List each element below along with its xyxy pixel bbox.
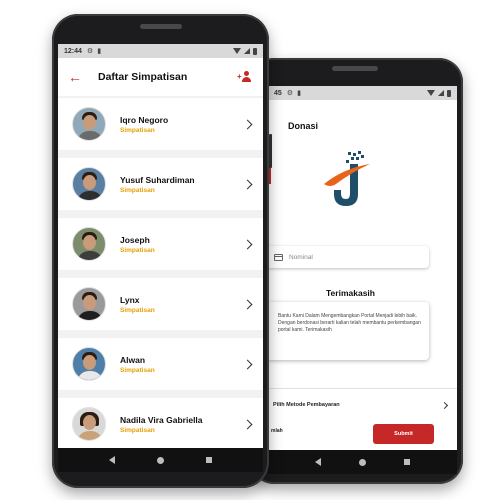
chevron-right-icon xyxy=(440,401,449,409)
wifi-icon xyxy=(427,90,435,96)
android-nav-bar xyxy=(58,448,263,472)
thanks-card: Bantu Kami Dalam Mengembangkan Portal Me… xyxy=(268,302,429,360)
page-title: Daftar Simpatisan xyxy=(98,71,188,83)
payment-method-label: Pilih Metode Pembayaran xyxy=(273,402,340,408)
donasi-screen: 45 ⚙ ▮ Donasi Nominal Terimakasih Bantu … xyxy=(268,86,457,474)
person-role: Simpatisan xyxy=(120,126,155,134)
thanks-title: Terimakasih xyxy=(326,288,375,298)
android-nav-bar xyxy=(268,450,457,474)
status-time: 45 xyxy=(274,89,282,97)
submit-button[interactable]: Submit xyxy=(373,424,434,444)
person-info: Nadila Vira Gabriella Simpatisan xyxy=(120,415,203,434)
status-time: 12:44 xyxy=(64,47,82,55)
avatar xyxy=(72,167,106,201)
phone-speaker xyxy=(332,66,378,71)
person-role: Simpatisan xyxy=(120,246,155,254)
avatar xyxy=(72,347,106,381)
person-role: Simpatisan xyxy=(120,186,155,194)
showcase-stage: 45 ⚙ ▮ Donasi Nominal Terimakasih Bantu … xyxy=(0,0,500,500)
nav-home-icon[interactable] xyxy=(359,458,366,466)
list-item[interactable]: Nadila Vira Gabriella Simpatisan xyxy=(58,398,263,450)
chevron-right-icon xyxy=(242,179,253,189)
portal-logo-icon xyxy=(324,151,370,206)
status-right xyxy=(427,89,451,97)
avatar xyxy=(72,227,106,261)
status-right xyxy=(233,47,257,55)
simpatisan-screen: 12:44 ⚙ ▮ ← Daftar Simpatisan + Iqro Neg… xyxy=(58,44,263,472)
nav-back-icon[interactable] xyxy=(315,458,321,466)
divider xyxy=(268,388,457,389)
person-info: Alwan Simpatisan xyxy=(120,355,155,374)
person-role: Simpatisan xyxy=(120,426,155,434)
person-role: Simpatisan xyxy=(120,306,155,314)
avatar xyxy=(72,287,106,321)
chevron-right-icon xyxy=(242,239,253,249)
chevron-right-icon xyxy=(242,359,253,369)
nav-recent-icon[interactable] xyxy=(404,459,410,465)
settings-icon: ⚙ xyxy=(286,90,294,97)
amount-label: mlah xyxy=(271,428,283,434)
person-info: Yusuf Suhardiman Simpatisan xyxy=(120,175,195,194)
add-user-icon[interactable]: + xyxy=(237,71,253,83)
card-icon xyxy=(274,253,283,261)
volume-button xyxy=(269,134,272,168)
nav-home-icon[interactable] xyxy=(157,456,164,464)
battery-icon xyxy=(447,89,451,97)
settings-icon: ⚙ xyxy=(86,48,94,55)
list-item[interactable]: Iqro Negoro Simpatisan xyxy=(58,98,263,150)
signal-icon xyxy=(244,48,250,54)
back-arrow-icon[interactable]: ← xyxy=(68,69,86,85)
person-name: Iqro Negoro xyxy=(120,114,169,125)
nav-back-icon[interactable] xyxy=(109,456,115,464)
battery-icon xyxy=(253,47,257,55)
person-name: Alwan xyxy=(120,354,146,365)
nav-recent-icon[interactable] xyxy=(206,457,212,463)
list-item[interactable]: Yusuf Suhardiman Simpatisan xyxy=(58,158,263,210)
page-title: Donasi xyxy=(288,121,319,131)
phone-donasi: 45 ⚙ ▮ Donasi Nominal Terimakasih Bantu … xyxy=(250,58,463,484)
person-info: Joseph Simpatisan xyxy=(120,235,155,254)
list-item[interactable]: Alwan Simpatisan xyxy=(58,338,263,390)
phone-simpatisan: 12:44 ⚙ ▮ ← Daftar Simpatisan + Iqro Neg… xyxy=(52,14,272,488)
app-header: ← Daftar Simpatisan + xyxy=(58,58,263,96)
status-bar: 12:44 ⚙ ▮ xyxy=(58,44,263,58)
thanks-text: Bantu Kami Dalam Mengembangkan Portal Me… xyxy=(278,313,421,333)
chevron-right-icon xyxy=(242,119,253,129)
signal-icon xyxy=(438,90,444,96)
list-item[interactable]: Lynx Simpatisan xyxy=(58,278,263,330)
person-name: Joseph xyxy=(120,234,150,245)
person-info: Lynx Simpatisan xyxy=(120,295,155,314)
sd-card-icon: ▮ xyxy=(97,48,102,55)
list-item[interactable]: Joseph Simpatisan xyxy=(58,218,263,270)
nominal-placeholder: Nominal xyxy=(289,253,313,261)
person-info: Iqro Negoro Simpatisan xyxy=(120,115,168,134)
chevron-right-icon xyxy=(242,419,253,429)
phone-speaker xyxy=(140,24,182,29)
payment-method-selector[interactable]: Pilih Metode Pembayaran xyxy=(268,394,457,416)
sd-card-icon: ▮ xyxy=(297,90,301,97)
person-name: Yusuf Suhardiman xyxy=(120,174,195,185)
person-role: Simpatisan xyxy=(120,366,155,374)
wifi-icon xyxy=(233,48,241,54)
chevron-right-icon xyxy=(242,299,253,309)
nominal-input[interactable]: Nominal xyxy=(268,246,429,268)
avatar xyxy=(72,107,106,141)
simpatisan-list: Iqro Negoro Simpatisan Yusuf Suhardiman … xyxy=(58,96,263,450)
person-name: Lynx xyxy=(120,294,140,305)
avatar xyxy=(72,407,106,441)
status-bar: 45 ⚙ ▮ xyxy=(268,86,457,100)
person-name: Nadila Vira Gabriella xyxy=(120,414,203,425)
